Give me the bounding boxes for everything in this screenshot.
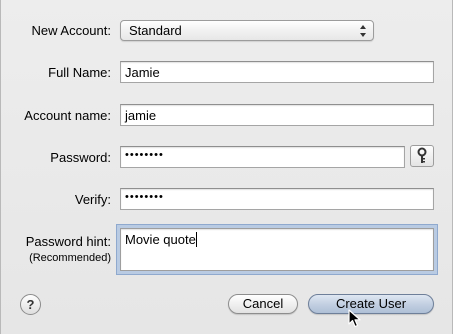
key-icon	[417, 147, 427, 163]
account-type-value: Standard	[129, 23, 182, 38]
password-hint-value: Movie quote	[125, 232, 196, 247]
verify-field[interactable]: ••••••••	[120, 188, 434, 210]
password-hint-field[interactable]: Movie quote	[120, 228, 434, 271]
full-name-field[interactable]: Jamie	[120, 61, 434, 83]
text-caret	[195, 232, 197, 247]
cancel-button[interactable]: Cancel	[228, 294, 298, 314]
password-hint-sublabel: (Recommended)	[29, 252, 111, 264]
password-assistant-button[interactable]	[410, 145, 434, 167]
mouse-pointer-icon	[348, 309, 361, 328]
password-hint-label: Password hint:	[25, 234, 111, 249]
account-type-popup[interactable]: Standard	[120, 20, 374, 41]
password-field[interactable]: ••••••••	[120, 146, 405, 168]
new-account-sheet: New Account: Standard Full Name: Jamie A…	[0, 0, 453, 334]
account-name-field[interactable]: jamie	[120, 104, 434, 126]
full-name-label: Full Name:	[48, 65, 111, 80]
verify-label: Verify:	[74, 192, 111, 207]
up-down-arrows-icon	[360, 25, 366, 37]
account-name-label: Account name:	[24, 108, 111, 123]
password-label: Password:	[50, 150, 111, 165]
create-user-button[interactable]: Create User	[308, 294, 434, 314]
new-account-label: New Account:	[31, 23, 112, 38]
help-button[interactable]: ?	[20, 294, 41, 315]
